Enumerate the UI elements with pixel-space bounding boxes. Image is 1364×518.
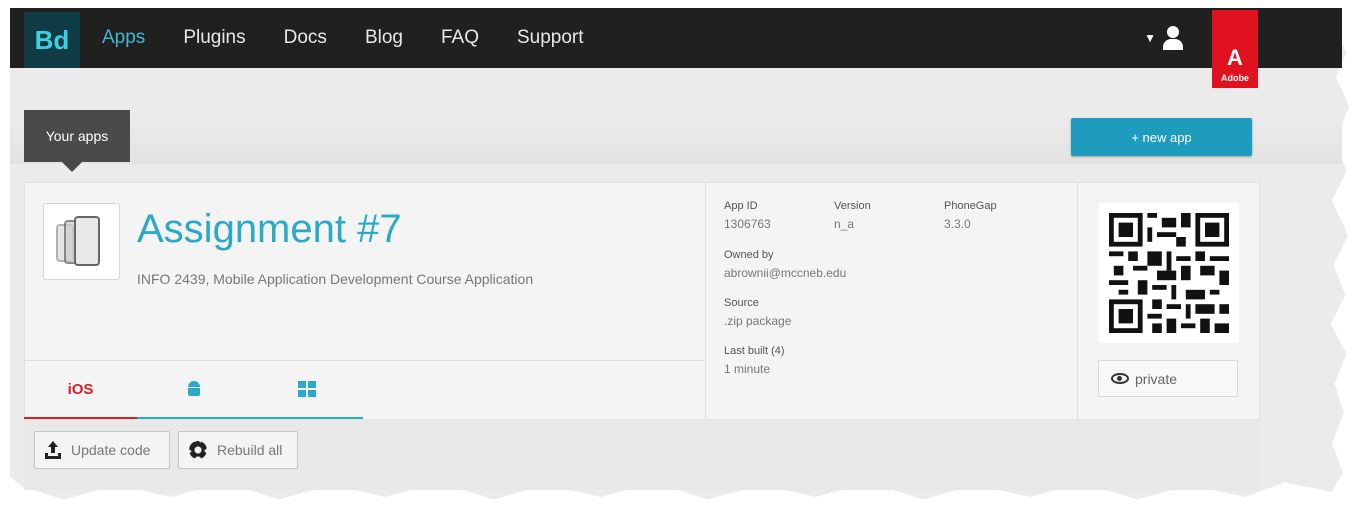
meta-version-value: n_a xyxy=(834,217,855,231)
upload-icon xyxy=(45,441,61,459)
meta-phonegap: PhoneGap 3.3.0 xyxy=(944,200,997,231)
build-logo[interactable]: Bd xyxy=(24,12,80,68)
meta-last-built-label: Last built (4) xyxy=(724,345,785,357)
meta-version: Version n_a xyxy=(834,200,871,231)
user-icon xyxy=(1162,26,1184,50)
nav-link-blog[interactable]: Blog xyxy=(365,27,403,49)
meta-source-value: .zip package xyxy=(724,314,792,328)
tab-pointer xyxy=(62,162,82,172)
android-icon xyxy=(186,381,202,397)
adobe-logo[interactable]: A Adobe xyxy=(1212,10,1258,88)
gear-icon xyxy=(189,441,207,459)
nav-link-docs[interactable]: Docs xyxy=(284,27,327,49)
meta-source: Source .zip package xyxy=(724,297,791,328)
meta-owned-by: Owned by abrownii@mccneb.edu xyxy=(724,249,846,280)
rebuild-all-label: Rebuild all xyxy=(217,442,283,458)
top-navigation: Bd Apps Plugins Docs Blog FAQ Support ▼ … xyxy=(10,8,1342,88)
app-title[interactable]: Assignment #7 xyxy=(137,207,402,252)
new-app-button[interactable]: + new app xyxy=(1071,118,1252,156)
meta-source-label: Source xyxy=(724,297,759,309)
adobe-label: Adobe xyxy=(1221,73,1249,83)
update-code-label: Update code xyxy=(71,442,151,458)
private-label: private xyxy=(1135,370,1178,387)
meta-last-built-value: 1 minute xyxy=(724,362,771,376)
eye-icon xyxy=(1111,373,1129,384)
meta-phonegap-value: 3.3.0 xyxy=(944,217,971,231)
rebuild-all-button[interactable]: Rebuild all xyxy=(178,431,298,469)
meta-app-id: App ID 1306763 xyxy=(724,200,771,231)
meta-last-built: Last built (4) 1 minute xyxy=(724,345,785,376)
meta-phonegap-label: PhoneGap xyxy=(944,200,997,212)
platform-tabs: iOS xyxy=(24,360,704,419)
your-apps-tab[interactable]: Your apps xyxy=(24,110,130,162)
tab-windows[interactable] xyxy=(250,361,363,419)
private-toggle-button[interactable]: private xyxy=(1098,360,1238,397)
qr-code-icon xyxy=(1109,213,1229,333)
meta-owned-by-label: Owned by xyxy=(724,249,774,261)
windows-icon xyxy=(297,381,316,397)
user-menu[interactable]: ▼ xyxy=(1144,26,1184,50)
meta-app-id-value: 1306763 xyxy=(724,217,771,231)
nav-link-apps[interactable]: Apps xyxy=(102,27,145,49)
adobe-mark-icon: A xyxy=(1227,45,1243,70)
update-code-button[interactable]: Update code xyxy=(34,431,170,469)
app-description: INFO 2439, Mobile Application Developmen… xyxy=(137,271,534,287)
app-icon xyxy=(43,203,120,280)
meta-owned-by-value: abrownii@mccneb.edu xyxy=(724,266,847,280)
tab-ios[interactable]: iOS xyxy=(24,361,137,419)
qr-code[interactable] xyxy=(1099,203,1239,343)
nav-link-faq[interactable]: FAQ xyxy=(441,27,479,49)
nav-right: ▼ A Adobe xyxy=(1144,8,1342,88)
meta-version-label: Version xyxy=(834,200,871,212)
tab-android[interactable] xyxy=(137,361,250,419)
nav-link-support[interactable]: Support xyxy=(517,27,584,49)
nav-link-plugins[interactable]: Plugins xyxy=(183,27,245,49)
nav-links: Apps Plugins Docs Blog FAQ Support xyxy=(102,27,622,49)
meta-app-id-label: App ID xyxy=(724,200,758,212)
caret-down-icon: ▼ xyxy=(1144,31,1156,45)
